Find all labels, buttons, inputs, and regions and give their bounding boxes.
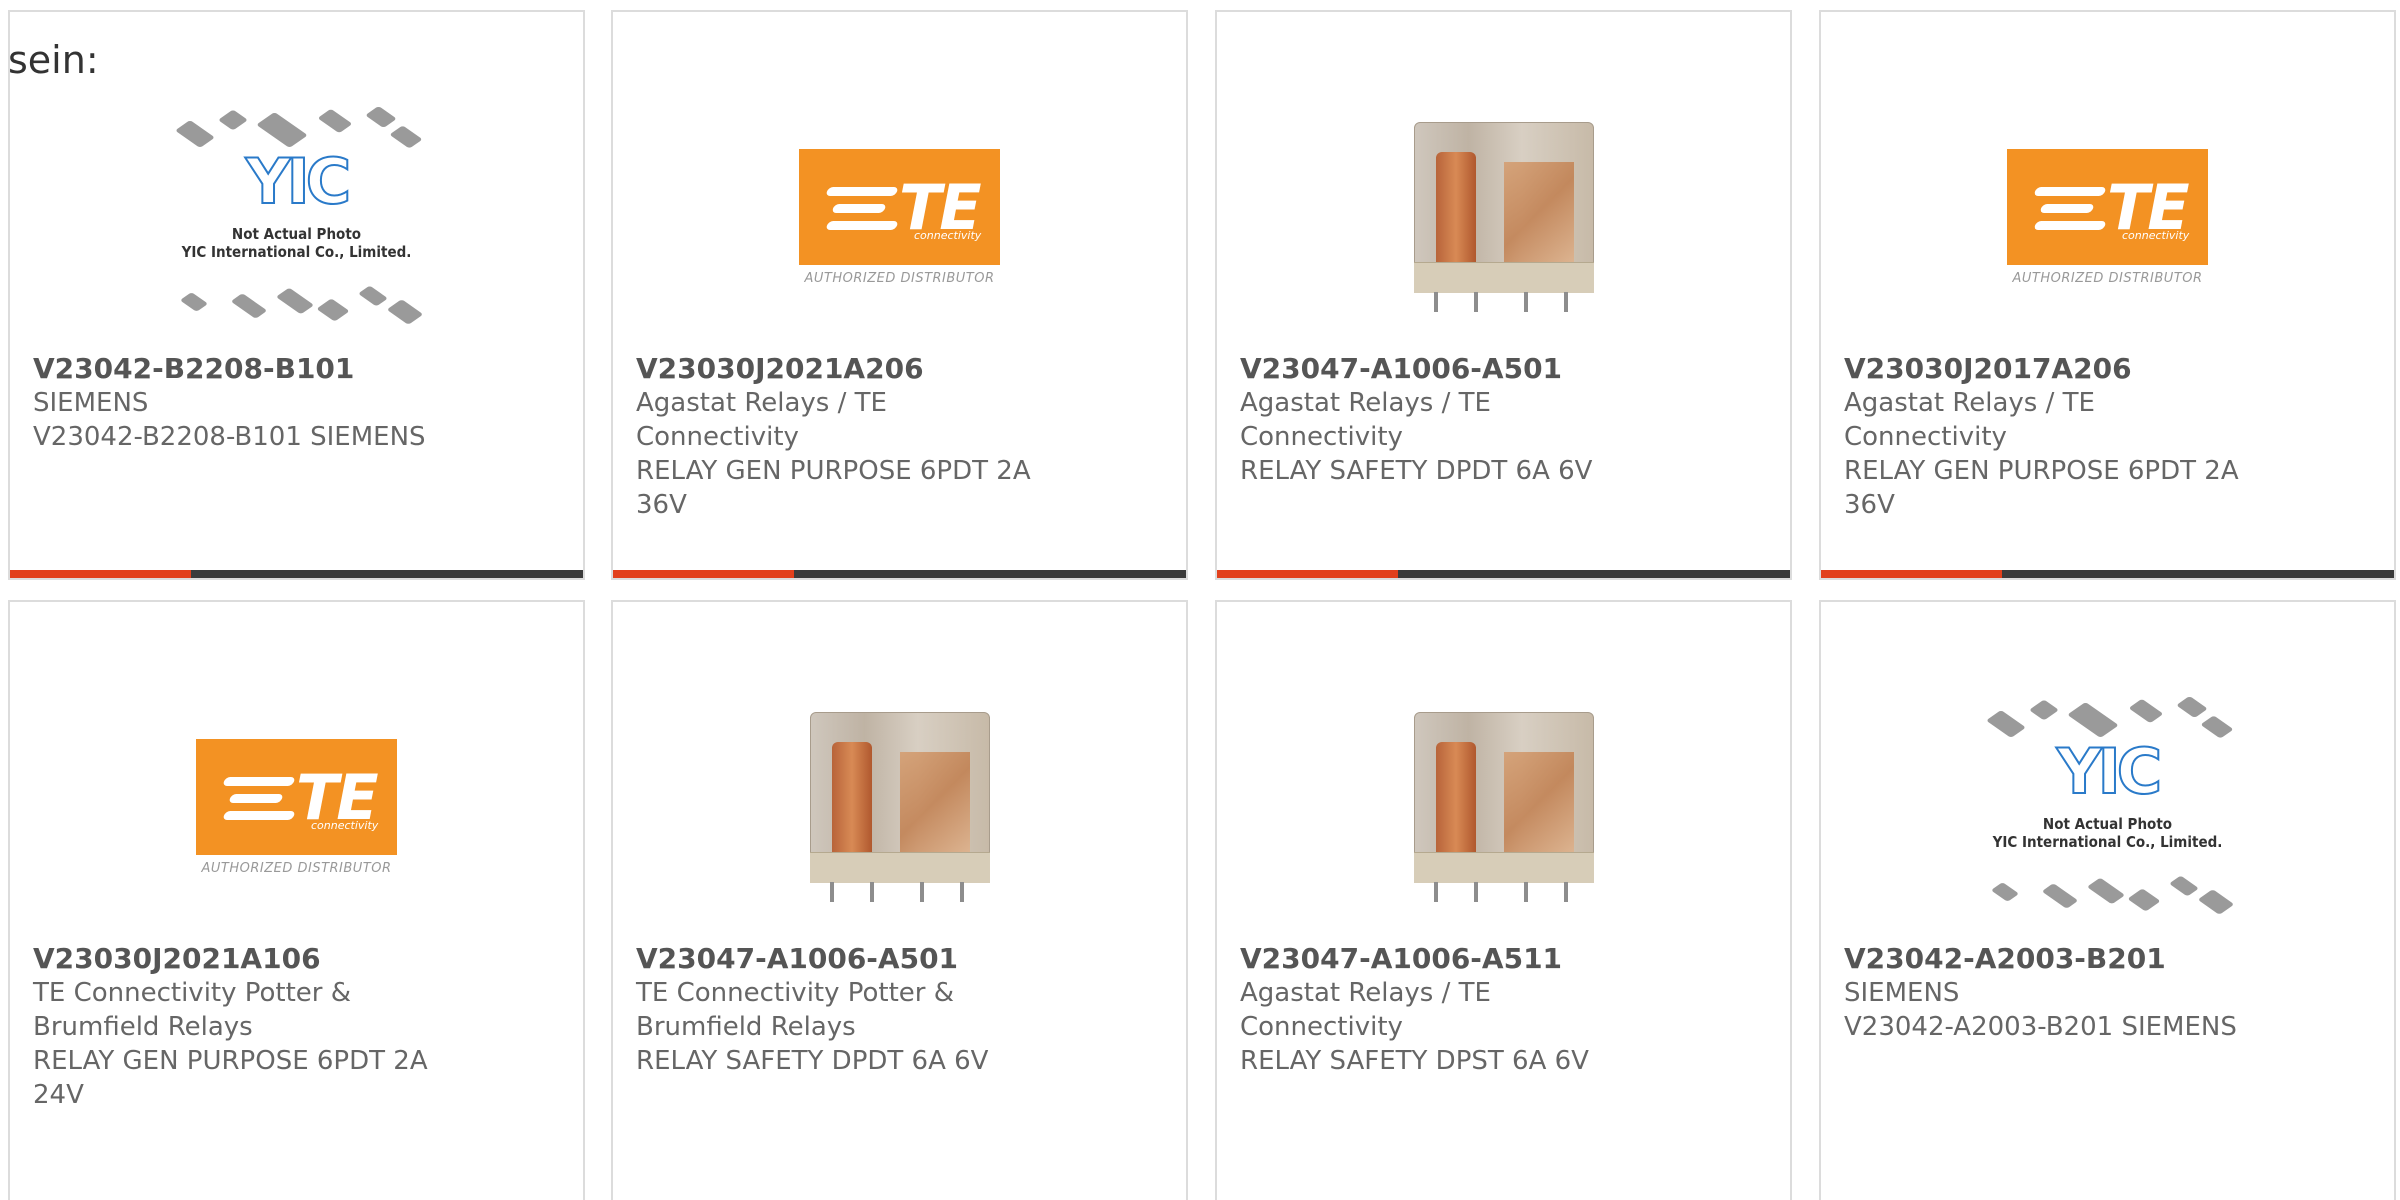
description: RELAY SAFETY DPST 6A 6V [1240,1046,1589,1076]
product-card[interactable]: TE connectivity AUTHORIZED DISTRIBUTOR V… [611,10,1188,580]
product-image[interactable] [613,672,1186,942]
product-card[interactable]: YIC Not Actual Photo YIC International C… [1819,600,2396,1200]
part-number-link[interactable]: V23030J2021A206 [636,352,1056,386]
yic-placeholder-image: YIC Not Actual Photo YIC International C… [162,97,432,337]
card-bottom-bar [1217,570,1790,578]
product-image[interactable] [1217,672,1790,942]
product-image[interactable] [1217,82,1790,352]
description-cont: 36V [636,490,687,520]
product-card[interactable]: TE connectivity AUTHORIZED DISTRIBUTOR V… [1819,10,2396,580]
manufacturer-cont: Brumfield Relays [33,1012,253,1042]
yic-placeholder-image: YIC Not Actual Photo YIC International C… [1973,687,2243,927]
description: RELAY GEN PURPOSE 6PDT 2A [1844,456,2239,486]
product-image[interactable]: TE connectivity AUTHORIZED DISTRIBUTOR [613,82,1186,352]
description: RELAY GEN PURPOSE 6PDT 2A [636,456,1031,486]
manufacturer: SIEMENS [33,388,149,418]
product-card[interactable]: YIC Not Actual Photo YIC International C… [8,10,585,580]
card-bottom-bar [10,570,583,578]
part-number-link[interactable]: V23030J2021A106 [33,942,453,976]
placeholder-caption: Not Actual Photo YIC International Co., … [1992,815,2223,851]
product-details: V23042-A2003-B201 SIEMENS V23042-A2003-B… [1844,942,2264,1044]
part-number-link[interactable]: V23047-A1006-A511 [1240,942,1660,976]
relay-photo [1413,712,1594,902]
product-details: V23030J2017A206 Agastat Relays / TE Conn… [1844,352,2264,522]
part-number-link[interactable]: V23042-A2003-B201 [1844,942,2264,976]
product-image[interactable]: YIC Not Actual Photo YIC International C… [1821,672,2394,942]
manufacturer: Agastat Relays / TE Connectivity [1240,978,1491,1042]
product-card[interactable]: V23047-A1006-A511 Agastat Relays / TE Co… [1215,600,1792,1200]
product-card[interactable]: V23047-A1006-A501 TE Connectivity Potter… [611,600,1188,1200]
description-cont: 36V [1844,490,1895,520]
manufacturer-cont: Brumfield Relays [636,1012,856,1042]
product-card[interactable]: TE connectivity AUTHORIZED DISTRIBUTOR V… [8,600,585,1200]
part-number-link[interactable]: V23047-A1006-A501 [636,942,1056,976]
manufacturer: SIEMENS [1844,978,1960,1008]
te-connectivity-logo: TE connectivity AUTHORIZED DISTRIBUTOR [2007,148,2208,286]
description: RELAY SAFETY DPDT 6A 6V [1240,456,1593,486]
card-bottom-bar [613,570,1186,578]
part-number-link[interactable]: V23047-A1006-A501 [1240,352,1660,386]
product-details: V23047-A1006-A501 TE Connectivity Potter… [636,942,1056,1078]
card-accent-bar [1821,570,2002,578]
authorized-distributor-label: AUTHORIZED DISTRIBUTOR [2012,270,2203,286]
te-connectivity-logo: TE connectivity AUTHORIZED DISTRIBUTOR [196,738,397,876]
product-details: V23042-B2208-B101 SIEMENS V23042-B2208-B… [33,352,453,454]
product-image[interactable]: YIC Not Actual Photo YIC International C… [10,82,583,352]
card-accent-bar [10,570,191,578]
description: V23042-A2003-B201 SIEMENS [1844,1012,2237,1042]
yic-logo: YIC [2056,735,2163,808]
placeholder-caption: Not Actual Photo YIC International Co., … [181,225,412,261]
product-details: V23030J2021A106 TE Connectivity Potter &… [33,942,453,1112]
description: V23042-B2208-B101 SIEMENS [33,422,426,452]
product-card[interactable]: V23047-A1006-A501 Agastat Relays / TE Co… [1215,10,1792,580]
product-image[interactable]: TE connectivity AUTHORIZED DISTRIBUTOR [1821,82,2394,352]
description-cont: 24V [33,1080,84,1110]
card-bottom-bar [1821,570,2394,578]
authorized-distributor-label: AUTHORIZED DISTRIBUTOR [201,860,392,876]
authorized-distributor-label: AUTHORIZED DISTRIBUTOR [804,270,995,286]
manufacturer: Agastat Relays / TE Connectivity [636,388,887,452]
yic-logo: YIC [245,145,352,218]
part-number-link[interactable]: V23030J2017A206 [1844,352,2264,386]
relay-photo [1413,122,1594,312]
description: RELAY SAFETY DPDT 6A 6V [636,1046,989,1076]
manufacturer: TE Connectivity Potter & [636,978,955,1008]
manufacturer: Agastat Relays / TE Connectivity [1844,388,2095,452]
product-details: V23047-A1006-A511 Agastat Relays / TE Co… [1240,942,1660,1078]
part-number-link[interactable]: V23042-B2208-B101 [33,352,453,386]
product-details: V23030J2021A206 Agastat Relays / TE Conn… [636,352,1056,522]
product-image[interactable]: TE connectivity AUTHORIZED DISTRIBUTOR [10,672,583,942]
relay-photo [809,712,990,902]
description: RELAY GEN PURPOSE 6PDT 2A [33,1046,428,1076]
manufacturer: Agastat Relays / TE Connectivity [1240,388,1491,452]
card-accent-bar [1217,570,1398,578]
te-connectivity-logo: TE connectivity AUTHORIZED DISTRIBUTOR [799,148,1000,286]
card-accent-bar [613,570,794,578]
manufacturer: TE Connectivity Potter & [33,978,352,1008]
product-details: V23047-A1006-A501 Agastat Relays / TE Co… [1240,352,1660,488]
intro-text: sein: [8,38,99,82]
